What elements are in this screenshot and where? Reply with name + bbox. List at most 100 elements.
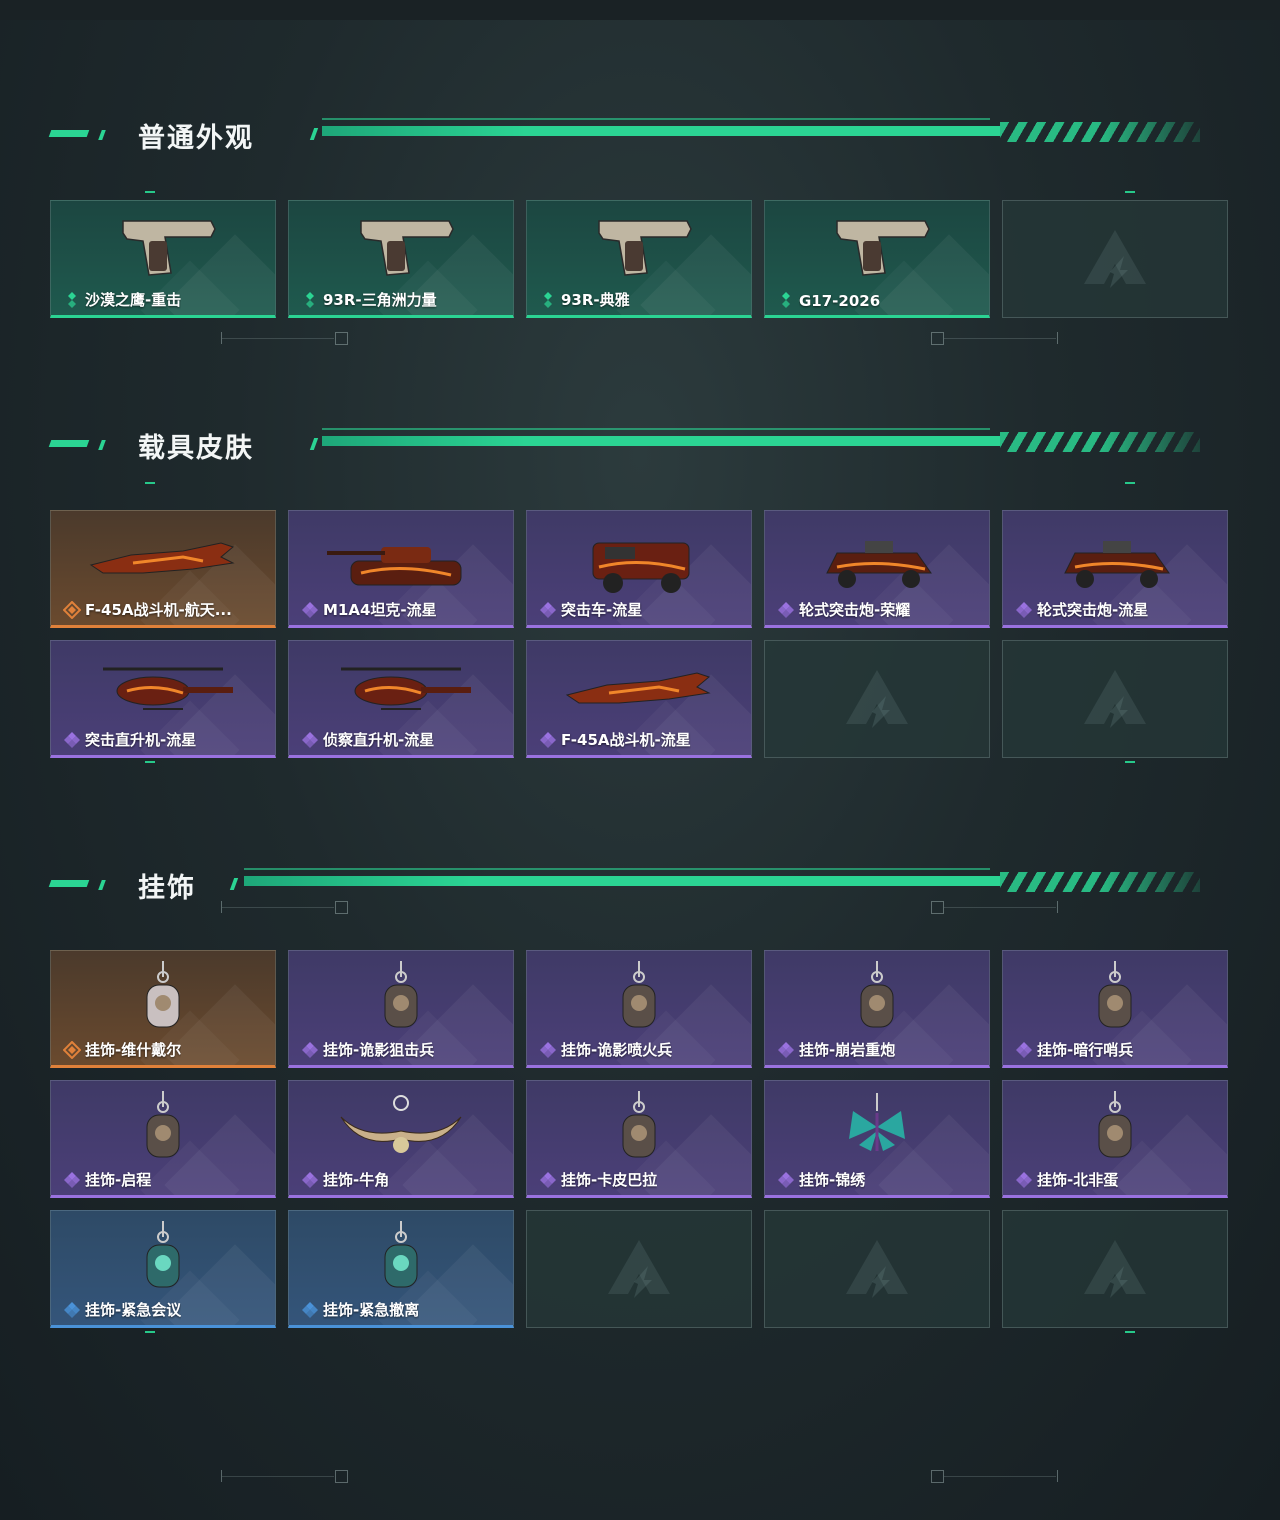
item-label: 侦察直升机-流星 bbox=[323, 731, 435, 749]
helicopter-icon bbox=[321, 647, 481, 729]
charm-icon bbox=[321, 1217, 481, 1299]
top-bar bbox=[0, 0, 1280, 20]
rarity-icon bbox=[302, 732, 318, 748]
section-title: 载具皮肤 bbox=[138, 433, 254, 464]
hud-tick bbox=[221, 332, 222, 344]
item-label: 挂饰-牛角 bbox=[323, 1171, 390, 1189]
jet-icon bbox=[559, 647, 719, 729]
hud-line bbox=[944, 907, 1056, 908]
item-card[interactable]: 93R-三角洲力量 bbox=[288, 200, 514, 318]
hud-dash bbox=[1125, 191, 1135, 193]
section-header-vehicle-skins: 载具皮肤 bbox=[48, 428, 1200, 464]
delta-logo-icon bbox=[846, 1240, 908, 1298]
header-line bbox=[244, 868, 990, 870]
item-card[interactable]: 挂饰-紧急会议 bbox=[50, 1210, 276, 1328]
item-card[interactable]: 挂饰-北非蛋 bbox=[1002, 1080, 1228, 1198]
charm-icon bbox=[1035, 957, 1195, 1039]
empty-slot-card bbox=[1002, 640, 1228, 758]
item-card[interactable]: 轮式突击炮-荣耀 bbox=[764, 510, 990, 628]
item-card[interactable]: 挂饰-暗行哨兵 bbox=[1002, 950, 1228, 1068]
item-label: 轮式突击炮-流星 bbox=[1037, 601, 1149, 619]
hud-line bbox=[222, 338, 334, 339]
pistol-icon bbox=[559, 207, 719, 289]
rarity-icon bbox=[302, 1302, 318, 1318]
item-card[interactable]: 轮式突击炮-流星 bbox=[1002, 510, 1228, 628]
header-line bbox=[244, 876, 1000, 886]
item-label: 挂饰-紧急会议 bbox=[85, 1301, 182, 1319]
item-label: 挂饰-诡影狙击兵 bbox=[323, 1041, 435, 1059]
header-accent-bar bbox=[48, 880, 90, 887]
delta-logo-icon bbox=[1084, 230, 1146, 288]
item-card[interactable]: 突击直升机-流星 bbox=[50, 640, 276, 758]
item-label: 挂饰-崩岩重炮 bbox=[799, 1041, 896, 1059]
rarity-icon bbox=[540, 1042, 556, 1058]
header-checker-pattern bbox=[1000, 122, 1200, 142]
charm-icon bbox=[797, 957, 957, 1039]
item-card[interactable]: 挂饰-启程 bbox=[50, 1080, 276, 1198]
hud-box bbox=[335, 332, 348, 345]
rarity-icon bbox=[64, 732, 80, 748]
header-checker-pattern bbox=[1000, 432, 1200, 452]
rarity-icon bbox=[1016, 602, 1032, 618]
pistol-icon bbox=[797, 207, 957, 289]
hud-box bbox=[931, 1470, 944, 1483]
charm-icon bbox=[559, 957, 719, 1039]
hud-tick bbox=[1057, 332, 1058, 344]
rarity-icon bbox=[782, 292, 790, 308]
item-card[interactable]: M1A4坦克-流星 bbox=[288, 510, 514, 628]
header-line bbox=[322, 436, 1000, 446]
item-card[interactable]: 挂饰-维什戴尔 bbox=[50, 950, 276, 1068]
rarity-icon bbox=[63, 1041, 81, 1059]
rarity-icon bbox=[1016, 1172, 1032, 1188]
hud-tick bbox=[221, 901, 222, 913]
hud-tick bbox=[221, 1470, 222, 1482]
item-label: M1A4坦克-流星 bbox=[323, 601, 437, 619]
rarity-icon bbox=[302, 1172, 318, 1188]
empty-slot-card bbox=[1002, 200, 1228, 318]
item-card[interactable]: 挂饰-紧急撤离 bbox=[288, 1210, 514, 1328]
item-label: F-45A战斗机-流星 bbox=[561, 731, 691, 749]
section-header-appearance: 普通外观 bbox=[48, 118, 1200, 154]
hud-tick bbox=[1057, 1470, 1058, 1482]
item-card[interactable]: G17-2026 bbox=[764, 200, 990, 318]
butterfly-charm-icon bbox=[797, 1087, 957, 1169]
item-card[interactable]: 挂饰-锦绣 bbox=[764, 1080, 990, 1198]
hud-box bbox=[335, 1470, 348, 1483]
section-title: 普通外观 bbox=[138, 123, 254, 154]
rarity-icon bbox=[302, 1042, 318, 1058]
rarity-icon bbox=[302, 602, 318, 618]
item-card[interactable]: F-45A战斗机-流星 bbox=[526, 640, 752, 758]
header-checker-pattern bbox=[1000, 872, 1200, 892]
item-label: 挂饰-紧急撤离 bbox=[323, 1301, 420, 1319]
item-label: F-45A战斗机-航天... bbox=[85, 601, 232, 619]
item-label: 突击直升机-流星 bbox=[85, 731, 197, 749]
item-card[interactable]: 沙漠之鹰-重击 bbox=[50, 200, 276, 318]
item-card[interactable]: 挂饰-牛角 bbox=[288, 1080, 514, 1198]
item-card[interactable]: F-45A战斗机-航天... bbox=[50, 510, 276, 628]
header-accent-bar bbox=[48, 130, 90, 137]
header-accent-bar bbox=[98, 130, 106, 140]
rarity-icon bbox=[778, 1042, 794, 1058]
empty-slot-card bbox=[764, 1210, 990, 1328]
item-card[interactable]: 挂饰-卡皮巴拉 bbox=[526, 1080, 752, 1198]
rarity-icon bbox=[778, 602, 794, 618]
pistol-icon bbox=[83, 207, 243, 289]
header-accent-bar bbox=[309, 438, 319, 450]
empty-slot-card bbox=[764, 640, 990, 758]
item-card[interactable]: 挂饰-崩岩重炮 bbox=[764, 950, 990, 1068]
header-accent-bar bbox=[98, 440, 106, 450]
item-card[interactable]: 侦察直升机-流星 bbox=[288, 640, 514, 758]
hud-box bbox=[931, 332, 944, 345]
item-card[interactable]: 挂饰-诡影狙击兵 bbox=[288, 950, 514, 1068]
section-title: 挂饰 bbox=[138, 873, 196, 904]
item-label: 挂饰-暗行哨兵 bbox=[1037, 1041, 1134, 1059]
item-card[interactable]: 挂饰-诡影喷火兵 bbox=[526, 950, 752, 1068]
delta-logo-icon bbox=[1084, 670, 1146, 728]
rarity-icon bbox=[540, 1172, 556, 1188]
item-card[interactable]: 93R-典雅 bbox=[526, 200, 752, 318]
item-label: 挂饰-锦绣 bbox=[799, 1171, 866, 1189]
item-card[interactable]: 突击车-流星 bbox=[526, 510, 752, 628]
item-label: 挂饰-卡皮巴拉 bbox=[561, 1171, 658, 1189]
header-accent-bar bbox=[98, 880, 106, 890]
charm-icon bbox=[83, 1087, 243, 1169]
